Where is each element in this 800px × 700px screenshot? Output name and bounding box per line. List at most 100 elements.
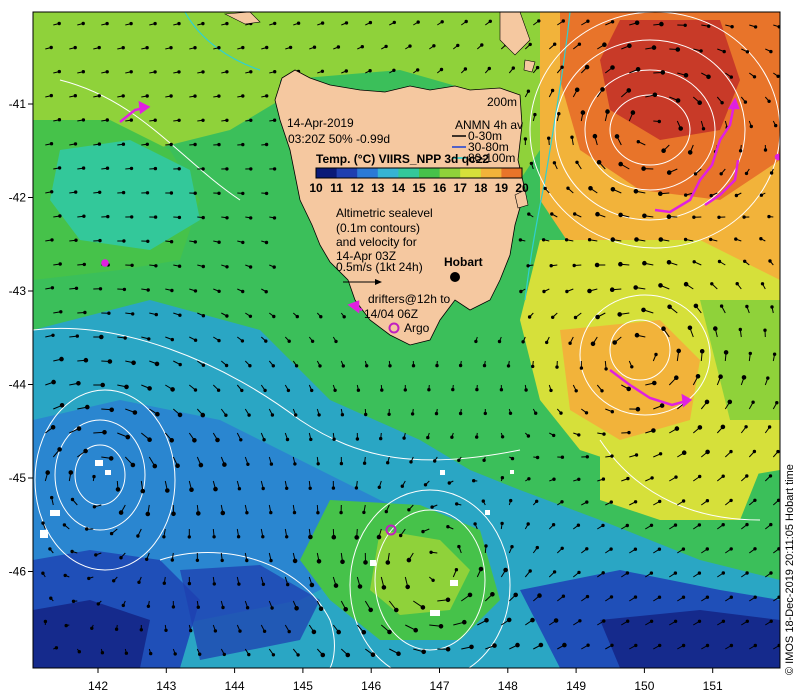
velocity-arrow-head (430, 505, 434, 509)
velocity-arrow-head (667, 304, 672, 310)
velocity-arrow-head (249, 216, 253, 220)
velocity-arrow-head (193, 289, 198, 293)
colorbar-tick-label: 12 (351, 181, 365, 195)
velocity-arrow-head (115, 487, 121, 492)
velocity-arrow-head (500, 521, 504, 526)
velocity-arrow-head (729, 547, 733, 551)
velocity-arrow-head (693, 303, 699, 309)
velocity-arrow-head (474, 339, 478, 344)
velocity-arrow-head (462, 619, 467, 625)
velocity-arrow-head (551, 523, 556, 527)
velocity-arrow-head (264, 339, 268, 343)
velocity-arrow-head (145, 191, 150, 195)
velocity-arrow-head (153, 166, 158, 171)
velocity-arrow-head (584, 411, 589, 415)
velocity-arrow-head (316, 511, 320, 515)
lat-tick-label: -44 (9, 378, 27, 392)
velocity-arrow-head (171, 605, 176, 609)
velocity-arrow-head (247, 413, 251, 417)
velocity-arrow-head (82, 214, 86, 218)
velocity-arrow-head (450, 435, 454, 439)
velocity-arrow-head (59, 356, 64, 362)
velocity-arrow-head (155, 411, 160, 417)
velocity-arrow-head (294, 606, 299, 611)
velocity-arrow-head (41, 521, 45, 525)
velocity-arrow-head (426, 435, 430, 440)
velocity-arrow-head (759, 237, 763, 241)
velocity-arrow-head (633, 285, 639, 290)
velocity-arrow-head (481, 499, 485, 503)
latitude-axis: -41 -42 -43 -44 -45 -46 (9, 97, 33, 579)
velocity-arrow-head (693, 172, 698, 176)
velocity-arrow-head (666, 170, 672, 175)
velocity-arrow-head (212, 535, 216, 539)
velocity-arrow-head (224, 413, 228, 417)
velocity-arrow-head (355, 437, 360, 441)
velocity-arrow-head (674, 426, 680, 431)
velocity-arrow-head (610, 454, 614, 458)
velocity-arrow-head (683, 281, 689, 287)
velocity-arrow-head (529, 161, 534, 166)
velocity-arrow-head (585, 455, 589, 459)
velocity-arrow-head (405, 584, 411, 590)
velocity-arrow-head (216, 388, 221, 392)
velocity-arrow-head (570, 135, 574, 139)
velocity-arrow-head (212, 582, 217, 586)
velocity-arrow-head (81, 118, 86, 122)
velocity-arrow-head (745, 522, 749, 527)
velocity-arrow-head (492, 643, 497, 648)
velocity-arrow-head (526, 522, 530, 526)
temperature-colorbar: 10 11 12 13 14 15 16 17 18 19 20 (309, 167, 529, 195)
velocity-arrow-head (245, 606, 250, 610)
velocity-arrow-head (534, 411, 538, 415)
velocity-arrow-head (666, 214, 672, 219)
velocity-arrow-head (729, 643, 734, 648)
velocity-arrow-head (697, 100, 703, 105)
velocity-arrow-head (767, 425, 772, 429)
velocity-arrow-head (408, 44, 412, 48)
velocity-arrow-head (742, 215, 746, 219)
velocity-arrow-head (241, 289, 245, 294)
velocity-arrow-head (659, 21, 664, 27)
velocity-arrow-head (286, 582, 290, 587)
velocity-arrow-head (411, 364, 416, 368)
velocity-arrow-head (738, 149, 743, 153)
velocity-arrow-head (292, 558, 298, 564)
velocity-arrow-head (627, 430, 631, 435)
velocity-arrow-head (269, 558, 273, 563)
velocity-arrow-head (124, 651, 129, 655)
velocity-arrow-head (710, 282, 714, 286)
velocity-arrow-head (660, 70, 666, 75)
velocity-arrow-head (264, 142, 269, 147)
velocity-arrow-head (454, 568, 459, 572)
velocity-arrow-head (356, 388, 361, 392)
velocity-arrow-head (543, 186, 547, 191)
velocity-arrow-head (332, 437, 336, 441)
velocity-arrow-head (763, 328, 767, 332)
velocity-arrow-head (625, 571, 630, 575)
velocity-arrow-head (109, 531, 114, 536)
sst-map: 142 143 144 145 146 147 148 149 150 151 -41 -42 -43… (9, 11, 796, 693)
velocity-arrow-head (241, 142, 245, 147)
velocity-arrow-head (50, 190, 54, 194)
lon-tick-label: 146 (361, 679, 381, 693)
velocity-arrow-head (612, 340, 618, 345)
velocity-arrow-head (361, 630, 367, 635)
velocity-arrow-head (745, 474, 749, 478)
velocity-arrow-head (706, 74, 711, 80)
velocity-arrow-head (272, 167, 277, 171)
velocity-arrow-head (264, 191, 269, 196)
colorbar-segment (377, 168, 399, 178)
velocity-arrow-head (550, 212, 554, 216)
velocity-arrow-head (573, 212, 577, 216)
velocity-arrow-head (759, 193, 764, 197)
velocity-arrow-head (526, 264, 530, 268)
velocity-arrow-head (769, 171, 774, 175)
velocity-arrow-head (649, 523, 654, 527)
velocity-arrow-head (272, 216, 277, 220)
velocity-arrow-head (416, 68, 420, 72)
velocity-arrow-head (195, 558, 200, 562)
velocity-arrow-head (169, 142, 173, 147)
velocity-arrow-head (296, 653, 300, 657)
velocity-arrow-head (129, 21, 133, 26)
